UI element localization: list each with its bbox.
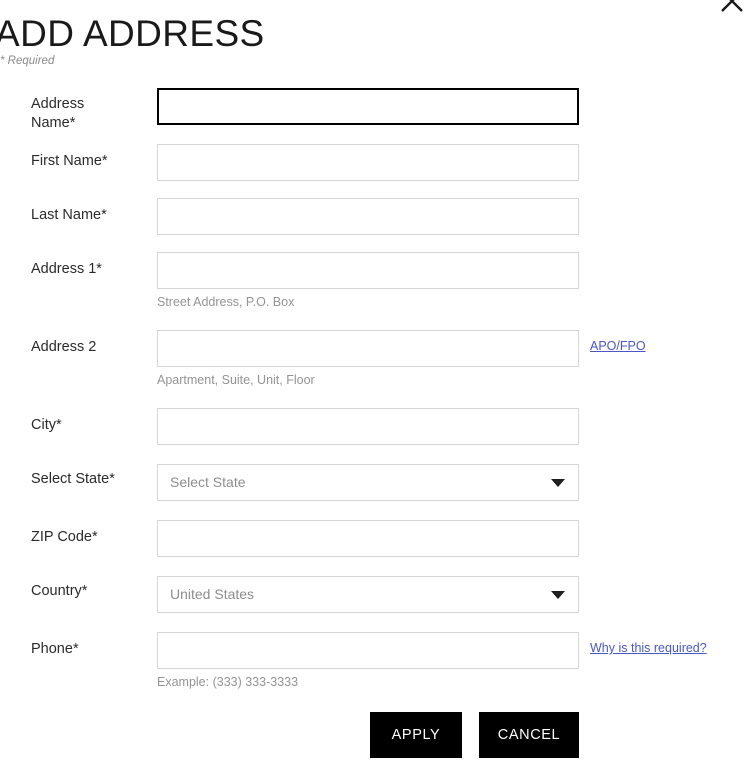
field-wrap-address-2	[157, 330, 579, 367]
field-wrap-address-1	[157, 252, 579, 289]
label-select-state: Select State*	[31, 470, 149, 489]
input-phone[interactable]	[157, 632, 579, 669]
required-marker-address-name: *	[69, 115, 76, 131]
required-marker-address-1: *	[96, 261, 102, 277]
label-city: City*	[31, 416, 149, 435]
label-address-name: Address Name*	[31, 95, 149, 133]
field-wrap-first-name	[157, 144, 579, 181]
helper-text-address-2: Apartment, Suite, Unit, Floor	[157, 373, 315, 387]
close-icon[interactable]	[717, 0, 744, 16]
input-address-name[interactable]	[157, 88, 579, 125]
field-wrap-phone	[157, 632, 579, 669]
label-address-2: Address 2	[31, 338, 149, 357]
page-title: ADD ADDRESS	[0, 13, 265, 54]
required-marker-city: *	[55, 417, 62, 433]
input-address-2[interactable]	[157, 330, 579, 367]
required-marker-phone: *	[72, 641, 79, 657]
apply-button[interactable]: APPLY	[370, 712, 462, 758]
field-wrap-zip-code	[157, 520, 579, 557]
required-marker-last-name: *	[101, 207, 107, 223]
field-wrap-city	[157, 408, 579, 445]
field-wrap-country: United States	[157, 576, 579, 613]
label-text-country: Country	[31, 583, 82, 599]
input-city[interactable]	[157, 408, 579, 445]
select-value-country[interactable]: United States	[157, 576, 579, 613]
field-wrap-last-name	[157, 198, 579, 235]
label-address-1: Address 1*	[31, 260, 149, 279]
required-marker-select-state: *	[109, 471, 115, 487]
required-marker-first-name: *	[101, 153, 108, 169]
select-select-state[interactable]: Select State	[157, 464, 579, 501]
select-value-select-state[interactable]: Select State	[157, 464, 579, 501]
label-last-name: Last Name*	[31, 206, 149, 225]
label-text-first-name: First Name	[31, 153, 102, 169]
input-zip-code[interactable]	[157, 520, 579, 557]
field-wrap-select-state: Select State	[157, 464, 579, 501]
select-country[interactable]: United States	[157, 576, 579, 613]
label-zip-code: ZIP Code*	[31, 528, 149, 547]
field-wrap-address-name	[157, 88, 579, 125]
label-first-name: First Name*	[31, 152, 149, 171]
link-phone[interactable]: Why is this required?	[590, 640, 707, 656]
helper-text-phone: Example: (333) 333-3333	[157, 675, 299, 689]
required-marker-country: *	[81, 583, 88, 599]
label-text-address-1: Address 1	[31, 261, 97, 277]
cancel-button[interactable]: CANCEL	[479, 712, 579, 758]
helper-text-address-1: Street Address, P.O. Box	[157, 295, 295, 309]
label-country: Country*	[31, 582, 149, 601]
label-text2-address-name: Name	[31, 115, 70, 131]
label-text-city: City	[31, 417, 56, 433]
label-text-address-name: Address	[31, 96, 85, 112]
label-text-address-2: Address 2	[31, 339, 97, 355]
input-address-1[interactable]	[157, 252, 579, 289]
required-marker-zip-code: *	[92, 529, 98, 545]
input-first-name[interactable]	[157, 144, 579, 181]
link-address-2[interactable]: APO/FPO	[590, 338, 646, 354]
label-phone: Phone*	[31, 640, 149, 659]
input-last-name[interactable]	[157, 198, 579, 235]
label-text-select-state: Select State	[31, 471, 110, 487]
label-text-last-name: Last Name	[31, 207, 102, 223]
required-note: * Required	[0, 55, 55, 67]
label-text-zip-code: ZIP Code	[31, 529, 92, 545]
label-text-phone: Phone	[31, 641, 73, 657]
